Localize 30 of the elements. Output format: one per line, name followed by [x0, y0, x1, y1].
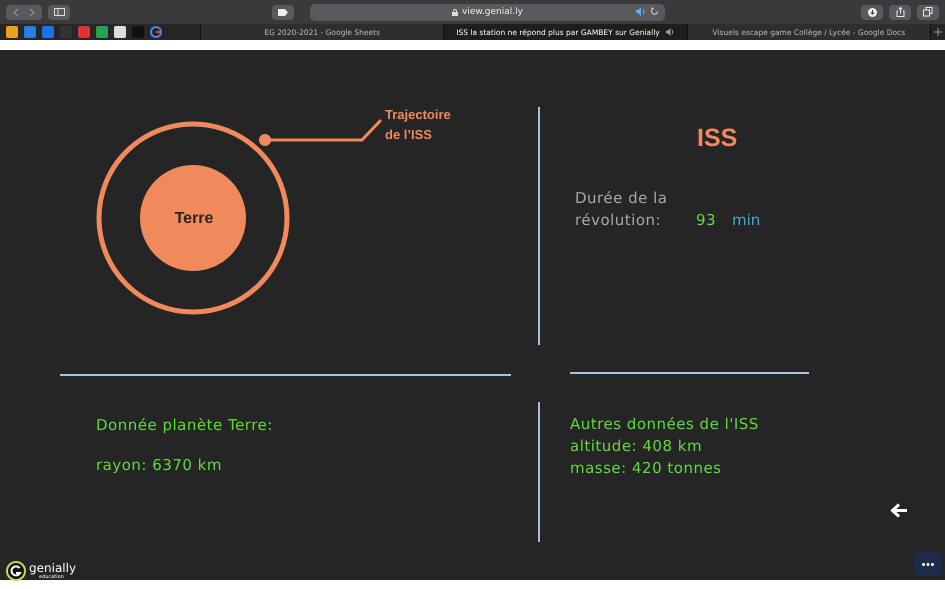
brand-name: genially	[29, 562, 76, 574]
sidebar-button[interactable]	[48, 4, 70, 20]
back-arrow-icon[interactable]	[890, 503, 908, 518]
download-icon[interactable]	[861, 4, 883, 20]
more-button[interactable]	[914, 552, 942, 576]
iss-data-line: masse: 420 tonnes	[570, 459, 722, 477]
panel-title: ISS	[697, 124, 738, 153]
earth-data-title: Donnée planète Terre:	[96, 416, 273, 434]
speaker-icon[interactable]	[666, 28, 675, 36]
back-forward-buttons[interactable]	[6, 4, 42, 20]
revolution-unit: min	[732, 211, 760, 229]
logo-icon	[6, 561, 26, 581]
sidebar-icon	[54, 8, 64, 16]
planet-label: Terre	[174, 210, 214, 228]
address-bar[interactable]: view.genial.ly	[310, 4, 665, 20]
speaker-icon[interactable]	[636, 6, 646, 16]
iss-data-line: altitude: 408 km	[570, 437, 704, 455]
earth-data-line: rayon: 6370 km	[96, 456, 223, 474]
reload-icon[interactable]	[650, 6, 659, 16]
orbit-label: Trajectoire de l’ISS	[385, 106, 452, 144]
new-tab-icon[interactable]	[934, 28, 942, 36]
tag-icon[interactable]	[272, 4, 294, 20]
iss-data-title: Autres données de l'ISS	[570, 415, 759, 433]
lock-icon	[452, 8, 458, 16]
url-text: view.genial.ly	[462, 7, 523, 17]
share-icon[interactable]	[889, 4, 911, 20]
revolution-value: 93	[696, 211, 716, 229]
revolution-label: Durée de la révolution:	[575, 188, 668, 231]
more-icon	[922, 562, 934, 566]
tabs-icon[interactable]	[917, 4, 939, 20]
